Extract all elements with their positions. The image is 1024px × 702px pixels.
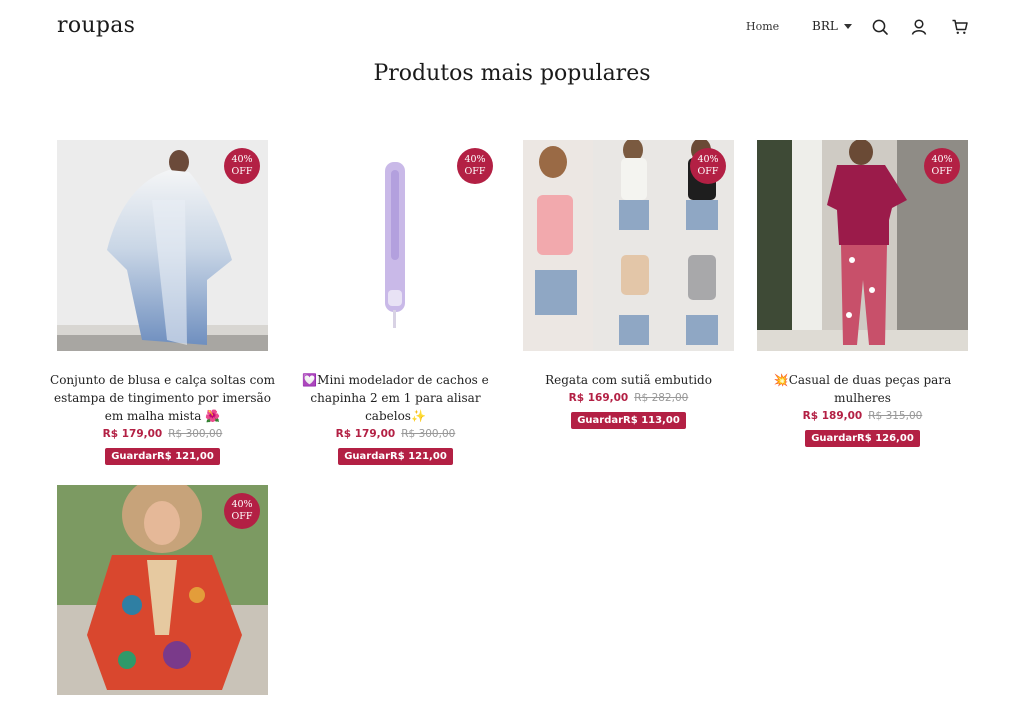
nav-home-link[interactable]: Home xyxy=(746,20,779,33)
original-price: R$ 282,00 xyxy=(634,392,689,404)
search-icon[interactable] xyxy=(871,18,889,36)
savings-tag: GuardarR$ 126,00 xyxy=(805,430,920,447)
original-price: R$ 300,00 xyxy=(401,428,456,440)
product-card[interactable]: 40% OFF 💟Mini modelador de cachos e chapi… xyxy=(290,140,501,465)
price-row: R$ 169,00 R$ 282,00 xyxy=(523,390,734,406)
savings-tag: GuardarR$ 121,00 xyxy=(105,448,220,465)
discount-badge: 40% OFF xyxy=(690,148,726,184)
original-price: R$ 315,00 xyxy=(868,410,923,422)
discount-badge: 40% OFF xyxy=(924,148,960,184)
savings-tag: GuardarR$ 121,00 xyxy=(338,448,453,465)
discount-badge: 40% OFF xyxy=(224,148,260,184)
discount-badge: 40% OFF xyxy=(224,493,260,529)
currency-label: BRL xyxy=(812,19,838,33)
user-icon[interactable] xyxy=(910,18,928,36)
price-row: R$ 189,00 R$ 315,00 xyxy=(757,408,968,424)
section-title: Produtos mais populares xyxy=(373,61,651,86)
product-image[interactable]: 40% OFF xyxy=(757,140,968,351)
product-image[interactable]: 40% OFF xyxy=(57,140,268,351)
currency-selector[interactable]: BRL xyxy=(812,19,852,33)
price-row: R$ 179,00 R$ 300,00 xyxy=(57,426,268,442)
product-card[interactable]: 40% OFF xyxy=(57,485,268,695)
chevron-down-icon xyxy=(843,23,852,29)
savings-tag: GuardarR$ 113,00 xyxy=(571,412,686,429)
sale-price: R$ 179,00 xyxy=(335,428,396,440)
store-logo[interactable]: roupas xyxy=(57,13,135,38)
product-name[interactable]: 💥Casual de duas peças para mulheres xyxy=(757,371,968,407)
product-image[interactable]: 40% OFF xyxy=(290,140,501,351)
discount-badge: 40% OFF xyxy=(457,148,493,184)
sale-price: R$ 189,00 xyxy=(802,410,863,422)
product-name[interactable]: 💟Mini modelador de cachos e chapinha 2 e… xyxy=(282,371,509,425)
sale-price: R$ 179,00 xyxy=(102,428,163,440)
product-card[interactable]: 40% OFF Regata com sutiã embutido R$ 169,… xyxy=(523,140,734,429)
product-card[interactable]: 40% OFF Conjunto de blusa e calça soltas … xyxy=(50,140,275,465)
cart-icon[interactable] xyxy=(951,18,969,36)
product-name[interactable]: Conjunto de blusa e calça soltas com est… xyxy=(49,371,276,425)
price-row: R$ 179,00 R$ 300,00 xyxy=(290,426,501,442)
original-price: R$ 300,00 xyxy=(168,428,223,440)
product-name[interactable]: Regata com sutiã embutido xyxy=(523,371,734,389)
site-header: roupas Home BRL xyxy=(0,0,1024,56)
sale-price: R$ 169,00 xyxy=(568,392,629,404)
product-image[interactable]: 40% OFF xyxy=(57,485,268,695)
product-image[interactable]: 40% OFF xyxy=(523,140,734,351)
product-card[interactable]: 40% OFF 💥Casual de duas peças para mulher… xyxy=(757,140,968,447)
